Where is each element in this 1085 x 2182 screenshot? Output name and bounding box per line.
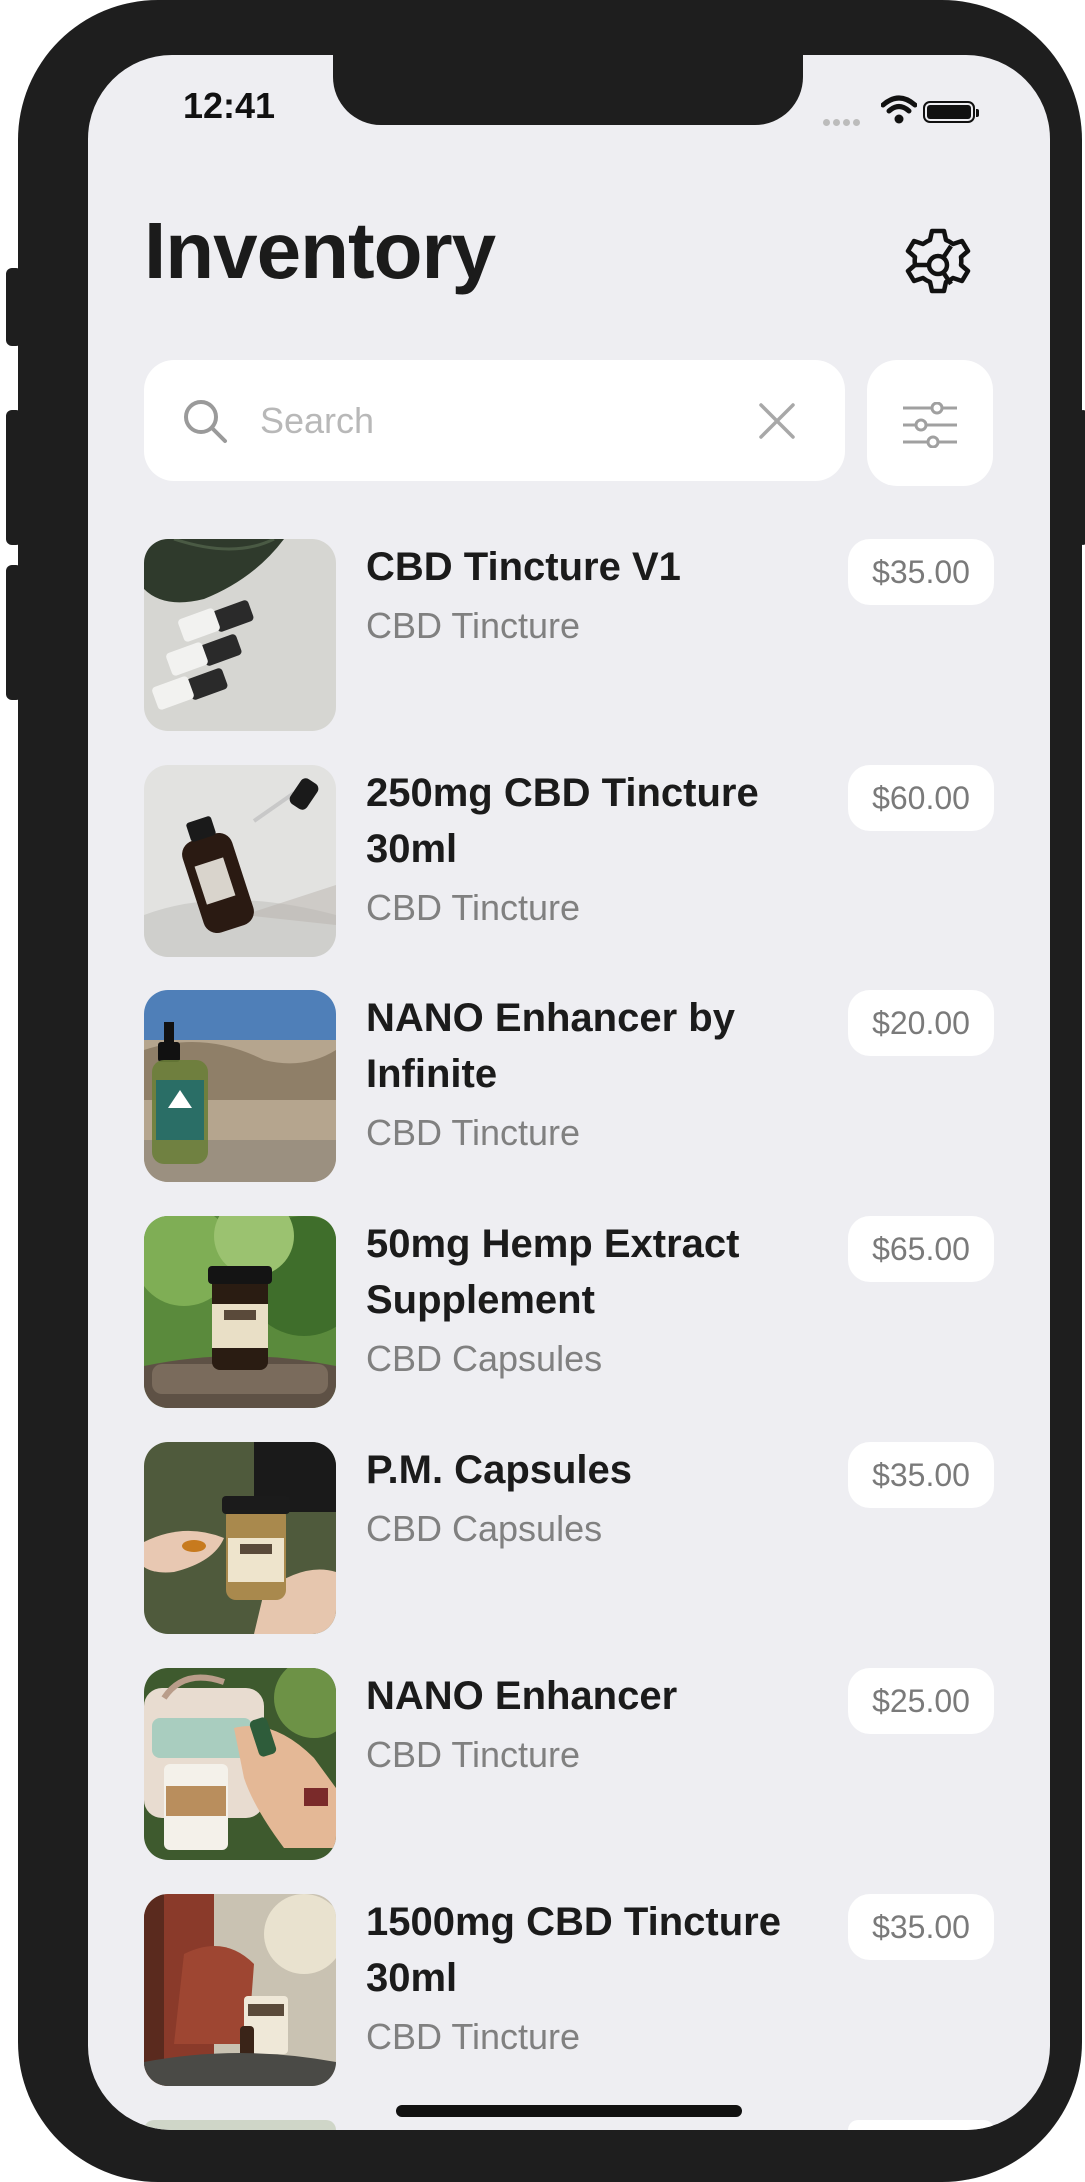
cellular-signal-icon <box>823 113 863 131</box>
price-badge: $35.00 <box>848 1442 994 1508</box>
list-item[interactable]: 50mg Hemp Extract Supplement CBD Capsule… <box>144 1216 994 1408</box>
product-category: CBD Tincture <box>366 1112 581 1153</box>
wifi-icon <box>881 95 917 124</box>
close-icon <box>759 403 795 439</box>
status-time: 12:41 <box>183 85 276 126</box>
product-name: 50mg Hemp Extract Supplement <box>366 1222 740 1322</box>
product-name: NANO Enhancer by Infinite <box>366 996 735 1096</box>
search-bar[interactable] <box>144 360 845 481</box>
product-thumbnail <box>144 1894 336 2086</box>
product-thumbnail <box>144 1668 336 1860</box>
search-input[interactable] <box>258 388 742 454</box>
mute-switch <box>6 268 22 346</box>
product-category: CBD Tincture <box>366 887 581 928</box>
product-thumbnail <box>144 1216 336 1408</box>
list-item[interactable]: 1500mg CBD Tincture 30ml CBD Tincture $3… <box>144 1894 994 2086</box>
power-button <box>1078 410 1085 545</box>
list-item[interactable]: P.M. Capsules CBD Capsules $35.00 <box>144 1442 994 1634</box>
price-badge: $25.00 <box>848 1668 994 1734</box>
list-item[interactable]: CBD Tincture V1 CBD Tincture $35.00 <box>144 539 994 731</box>
next-item-peek <box>144 2120 336 2130</box>
notch <box>333 55 803 125</box>
phone-frame: 12:41 Inventory Search CBD Tincture V1 C… <box>6 0 1085 2182</box>
page-title: Inventory <box>144 206 496 295</box>
product-thumbnail <box>144 765 336 957</box>
product-name: NANO Enhancer <box>366 1674 678 1718</box>
price-badge: $60.00 <box>848 765 994 831</box>
price-badge: $35.00 <box>848 1894 994 1960</box>
list-item[interactable]: NANO Enhancer by Infinite CBD Tincture $… <box>144 990 994 1182</box>
sliders-icon <box>903 402 957 448</box>
volume-up-button <box>6 410 22 545</box>
product-category: CBD Capsules <box>366 1338 603 1379</box>
product-category: CBD Capsules <box>366 1508 603 1549</box>
product-thumbnail <box>144 539 336 731</box>
home-indicator[interactable] <box>396 2105 742 2117</box>
product-category: CBD Tincture <box>366 2016 581 2057</box>
product-thumbnail <box>144 990 336 1182</box>
gear-icon <box>905 228 971 294</box>
product-category: CBD Tincture <box>366 605 581 646</box>
app-screen: 12:41 Inventory Search CBD Tincture V1 C… <box>88 55 1050 2130</box>
volume-down-button <box>6 565 22 700</box>
product-thumbnail <box>144 1442 336 1634</box>
price-badge: $35.00 <box>848 539 994 605</box>
product-name: P.M. Capsules <box>366 1448 633 1492</box>
product-name: 250mg CBD Tincture 30ml <box>366 771 759 871</box>
clear-search-button[interactable] <box>754 398 800 444</box>
next-price-peek <box>848 2120 994 2130</box>
status-indicators <box>823 95 1003 135</box>
settings-button[interactable] <box>898 225 978 305</box>
filter-button[interactable] <box>867 360 993 486</box>
product-name: 1500mg CBD Tincture 30ml <box>366 1900 781 2000</box>
price-badge: $20.00 <box>848 990 994 1056</box>
price-badge: $65.00 <box>848 1216 994 1282</box>
list-item[interactable]: 250mg CBD Tincture 30ml CBD Tincture $60… <box>144 765 994 957</box>
list-item[interactable]: NANO Enhancer CBD Tincture $25.00 <box>144 1668 994 1860</box>
product-category: CBD Tincture <box>366 1734 581 1775</box>
search-icon <box>184 400 227 443</box>
product-name: CBD Tincture V1 <box>366 545 681 589</box>
battery-icon <box>923 101 979 123</box>
